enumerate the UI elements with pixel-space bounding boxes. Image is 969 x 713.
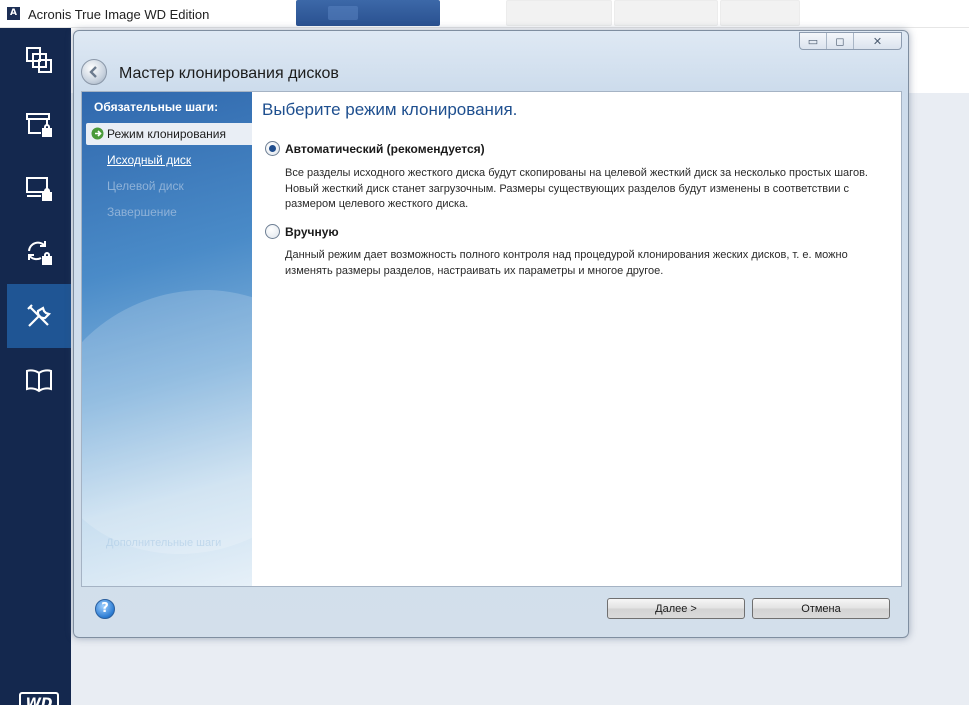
step-label: Целевой диск (107, 179, 184, 193)
acronis-logo-icon: A (7, 7, 20, 20)
nav-help-book[interactable] (7, 348, 71, 412)
step-clone-mode[interactable]: Режим клонирования (86, 123, 252, 145)
background-bottom (0, 705, 969, 713)
option-automatic-description: Все разделы исходного жесткого диска буд… (285, 167, 868, 210)
option-manual-description: Данный режим дает возможность полного ко… (285, 249, 848, 277)
app-titlebar: A Acronis True Image WD Edition (0, 0, 969, 28)
wizard-title: Мастер клонирования дисков (119, 65, 339, 82)
wizard-content: Выберите режим клонирования. Автоматичес… (253, 92, 901, 586)
clone-disk-wizard: ▭ ◻ ✕ Мастер клонирования дисков Обязате… (73, 30, 909, 638)
option-manual[interactable]: Вручную (265, 224, 339, 239)
wizard-footer: ? Далее > Отмена (74, 587, 908, 637)
option-label: Автоматический (рекомендуется) (285, 141, 485, 156)
cancel-button[interactable]: Отмена (752, 598, 890, 619)
radio-selected-dot (269, 145, 276, 152)
window-controls: ▭ ◻ ✕ (799, 32, 902, 50)
option-automatic[interactable]: Автоматический (рекомендуется) (265, 141, 485, 156)
background-tab-strip (296, 0, 440, 26)
close-button[interactable]: ✕ (854, 33, 901, 49)
nav-tools[interactable] (7, 284, 71, 348)
step-target-disk: Целевой диск (86, 175, 252, 197)
steps-header: Обязательные шаги: (94, 100, 219, 114)
tools-icon (27, 304, 52, 327)
radio-manual[interactable] (265, 224, 280, 239)
left-navigation: WD (0, 28, 71, 713)
book-icon (26, 369, 52, 393)
wizard-body: Обязательные шаги: Режим клонирования Ис… (81, 91, 902, 587)
archive-lock-icon (26, 113, 52, 137)
app-title: Acronis True Image WD Edition (28, 7, 210, 22)
optional-steps-label: Дополнительные шаги (106, 537, 222, 549)
nav-computer[interactable] (7, 156, 71, 220)
background-tab-highlight (328, 6, 358, 20)
radio-automatic[interactable] (265, 141, 280, 156)
minimize-button[interactable]: ▭ (800, 33, 827, 49)
current-step-arrow-icon (91, 127, 104, 140)
help-icon[interactable]: ? (95, 599, 115, 619)
next-button[interactable]: Далее > (607, 598, 745, 619)
sync-lock-icon (28, 241, 52, 265)
background-panel-3 (720, 0, 800, 26)
step-source-disk[interactable]: Исходный диск (86, 149, 252, 171)
background-panel-1 (506, 0, 612, 26)
step-label: Режим клонирования (107, 127, 226, 141)
content-heading: Выберите режим клонирования. (262, 100, 518, 119)
step-label: Завершение (107, 205, 177, 219)
step-finish: Завершение (86, 201, 252, 223)
nav-backup[interactable] (7, 28, 71, 92)
background-panel-2 (614, 0, 718, 26)
option-label: Вручную (285, 224, 339, 239)
back-button[interactable] (81, 59, 107, 85)
computer-lock-icon (26, 177, 52, 201)
maximize-button[interactable]: ◻ (827, 33, 854, 49)
nav-archive[interactable] (7, 92, 71, 156)
backup-icon (26, 47, 52, 73)
nav-sync[interactable] (7, 220, 71, 284)
back-arrow-icon (89, 66, 97, 78)
step-label: Исходный диск (107, 153, 192, 167)
steps-sidebar: Обязательные шаги: Режим клонирования Ис… (82, 92, 375, 586)
